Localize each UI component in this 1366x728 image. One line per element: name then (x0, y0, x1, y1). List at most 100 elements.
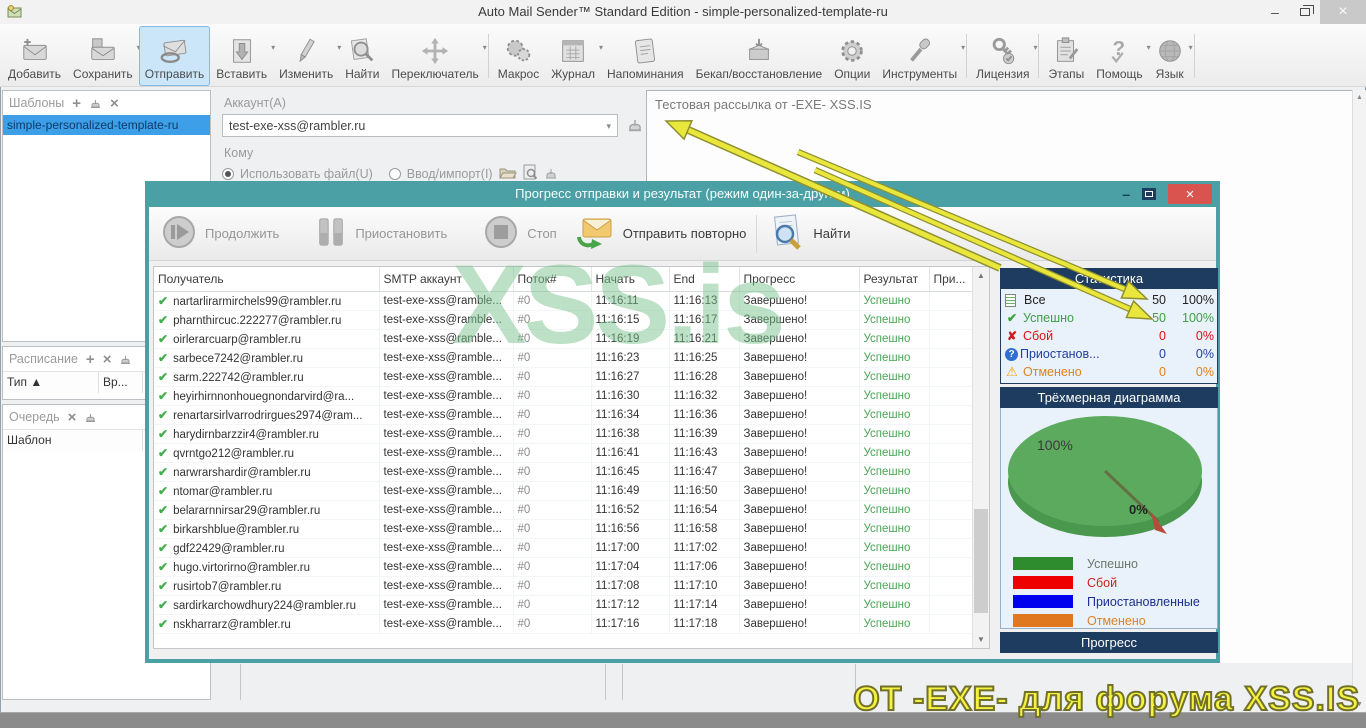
legend-swatch (1013, 557, 1073, 570)
send-button[interactable]: Отправить (138, 26, 211, 86)
column-smtp[interactable]: SMTP аккаунт (379, 267, 514, 292)
table-row[interactable]: nartarlirarmirchels99@rambler.ru test-ex… (154, 291, 973, 311)
chevron-down-icon[interactable]: ▾ (606, 121, 611, 132)
pause-button[interactable]: Приостановить (315, 215, 447, 252)
dialog-maximize-button[interactable] (1142, 188, 1156, 200)
table-row[interactable]: sarbece7242@rambler.ru test-exe-xss@ramb… (154, 348, 973, 368)
continue-button[interactable]: Продолжить (161, 214, 279, 253)
column-end[interactable]: End (669, 267, 740, 292)
close-button[interactable]: × (1320, 0, 1366, 24)
message-scrollbar[interactable]: ▲ ▼ (1352, 90, 1366, 712)
legend-item: Сбой (1013, 573, 1200, 592)
table-row[interactable]: gdf22429@rambler.ru test-exe-xss@ramble.… (154, 538, 973, 558)
stat-icon (1004, 364, 1020, 380)
resend-button[interactable]: Отправить повторно (575, 213, 746, 254)
table-row[interactable]: sarm.222742@rambler.ru test-exe-xss@ramb… (154, 367, 973, 387)
scroll-down-icon[interactable]: ▼ (1353, 701, 1366, 708)
success-check-icon (158, 467, 173, 479)
dialog-find-button[interactable]: Найти (767, 213, 850, 254)
table-row[interactable]: sardirkarchowdhury224@rambler.ru test-ex… (154, 595, 973, 615)
scrollbar-thumb[interactable] (974, 509, 988, 613)
dialog-minimize-button[interactable]: – (1122, 187, 1130, 201)
save-button[interactable]: Сохранить ▾ (67, 26, 141, 86)
column-thread[interactable]: Поток# (513, 267, 592, 292)
column-progress[interactable]: Прогресс (739, 267, 860, 292)
minimize-button[interactable]: – (1260, 0, 1290, 24)
column-start[interactable]: Начать (591, 267, 670, 292)
schedule-column-time[interactable]: Вр... (99, 372, 143, 393)
stamp-icon[interactable] (84, 410, 97, 425)
delete-template-icon[interactable]: × (110, 96, 119, 111)
stop-button[interactable]: Стоп (483, 214, 557, 253)
language-button[interactable]: Язык ▾ (1149, 26, 1193, 86)
paste-button[interactable]: Вставить ▾ (210, 26, 275, 86)
macro-button[interactable]: Макрос (492, 26, 545, 86)
stages-button[interactable]: Этапы (1042, 26, 1090, 86)
table-row[interactable]: ntomar@rambler.ru test-exe-xss@ramble...… (154, 481, 973, 501)
restore-button[interactable] (1290, 0, 1320, 24)
stamp-icon[interactable] (89, 96, 102, 111)
license-button[interactable]: Лицензия ▾ (970, 26, 1037, 86)
dropdown-arrow-icon[interactable]: ▾ (1033, 43, 1037, 52)
column-recipient[interactable]: Получатель (154, 267, 380, 292)
table-row[interactable]: belararnnirsar29@rambler.ru test-exe-xss… (154, 500, 973, 520)
magnifier-icon (347, 34, 377, 67)
queue-column-template[interactable]: Шаблон (3, 430, 143, 451)
table-row[interactable]: heyirhirnnonhouegnondarvird@ra... test-e… (154, 386, 973, 406)
open-file-icon[interactable] (498, 165, 517, 183)
table-row[interactable]: nskharrarz@rambler.ru test-exe-xss@rambl… (154, 614, 973, 634)
success-check-icon (158, 448, 173, 460)
edit-button[interactable]: Изменить ▾ (273, 26, 341, 86)
journal-button[interactable]: Журнал ▾ (545, 26, 603, 86)
table-row[interactable]: hugo.virtorirno@rambler.ru test-exe-xss@… (154, 557, 973, 577)
table-row[interactable]: rusirtob7@rambler.ru test-exe-xss@ramble… (154, 576, 973, 596)
pie-label-0: 0% (1129, 502, 1148, 517)
schedule-column-type[interactable]: Тип ▲ (3, 372, 99, 393)
account-combobox[interactable]: test-exe-xss@rambler.ru ▾ (222, 114, 618, 137)
dialog-close-button[interactable]: × (1168, 184, 1212, 204)
delete-queue-icon[interactable]: × (68, 410, 77, 425)
legend-item: Приостановленные (1013, 592, 1200, 611)
add-button[interactable]: Добавить (2, 26, 67, 86)
add-template-icon[interactable]: + (72, 96, 81, 111)
template-list-item[interactable]: simple-personalized-template-ru (3, 115, 210, 135)
backup-button[interactable]: Бекап/восстановление (690, 26, 829, 86)
column-note[interactable]: При... (929, 267, 973, 292)
delete-schedule-icon[interactable]: × (103, 352, 112, 367)
panel-edge-line (622, 664, 623, 700)
options-button[interactable]: Опции (828, 26, 876, 86)
column-result[interactable]: Результат (859, 267, 930, 292)
stamp-icon[interactable] (119, 352, 132, 367)
table-row[interactable]: harydirnbarzzir4@rambler.ru test-exe-xss… (154, 424, 973, 444)
table-row[interactable]: renartarsirlvarrodrirgues2974@ram... tes… (154, 405, 973, 425)
table-row[interactable]: oirlerarcuarp@rambler.ru test-exe-xss@ra… (154, 329, 973, 349)
scroll-down-icon[interactable]: ▼ (973, 635, 989, 644)
scroll-up-icon[interactable]: ▲ (973, 271, 989, 280)
chart-legend: Успешно Сбой Приостановленные Отменено (1013, 554, 1200, 630)
input-import-radio[interactable] (388, 167, 401, 180)
table-row[interactable]: pharnthircuc.222277@rambler.ru test-exe-… (154, 310, 973, 330)
templates-panel-title: Шаблоны (9, 96, 65, 110)
to-label: Кому (224, 146, 254, 160)
switch-button[interactable]: Переключатель ▾ (385, 26, 487, 86)
table-scrollbar[interactable]: ▲ ▼ (972, 267, 989, 648)
table-row[interactable]: birkarshblue@rambler.ru test-exe-xss@ram… (154, 519, 973, 539)
titlebar: Auto Mail Sender™ Standard Edition - sim… (0, 0, 1366, 24)
dropdown-arrow-icon[interactable]: ▾ (961, 43, 965, 52)
help-button[interactable]: ? Помощь ▾ (1090, 26, 1150, 86)
switch-arrows-icon (420, 34, 450, 67)
stamp-icon[interactable] (626, 115, 644, 138)
reminders-button[interactable]: Напоминания (601, 26, 690, 86)
dropdown-arrow-icon[interactable]: ▾ (483, 43, 487, 52)
tools-button[interactable]: Инструменты ▾ (876, 26, 965, 86)
scroll-up-icon[interactable]: ▲ (1353, 94, 1366, 101)
add-schedule-icon[interactable]: + (86, 352, 95, 367)
use-file-radio[interactable] (222, 167, 234, 180)
find-button[interactable]: Найти (339, 26, 385, 86)
dialog-toolbar: Продолжить Приостановить Стоп Отправить … (149, 207, 1216, 261)
table-row[interactable]: qvrntgo212@rambler.ru test-exe-xss@rambl… (154, 443, 973, 463)
toolbar-separator (487, 34, 489, 78)
dropdown-arrow-icon[interactable]: ▾ (1189, 43, 1193, 52)
stamp-icon[interactable] (544, 165, 559, 183)
table-row[interactable]: narwrarshardir@rambler.ru test-exe-xss@r… (154, 462, 973, 482)
